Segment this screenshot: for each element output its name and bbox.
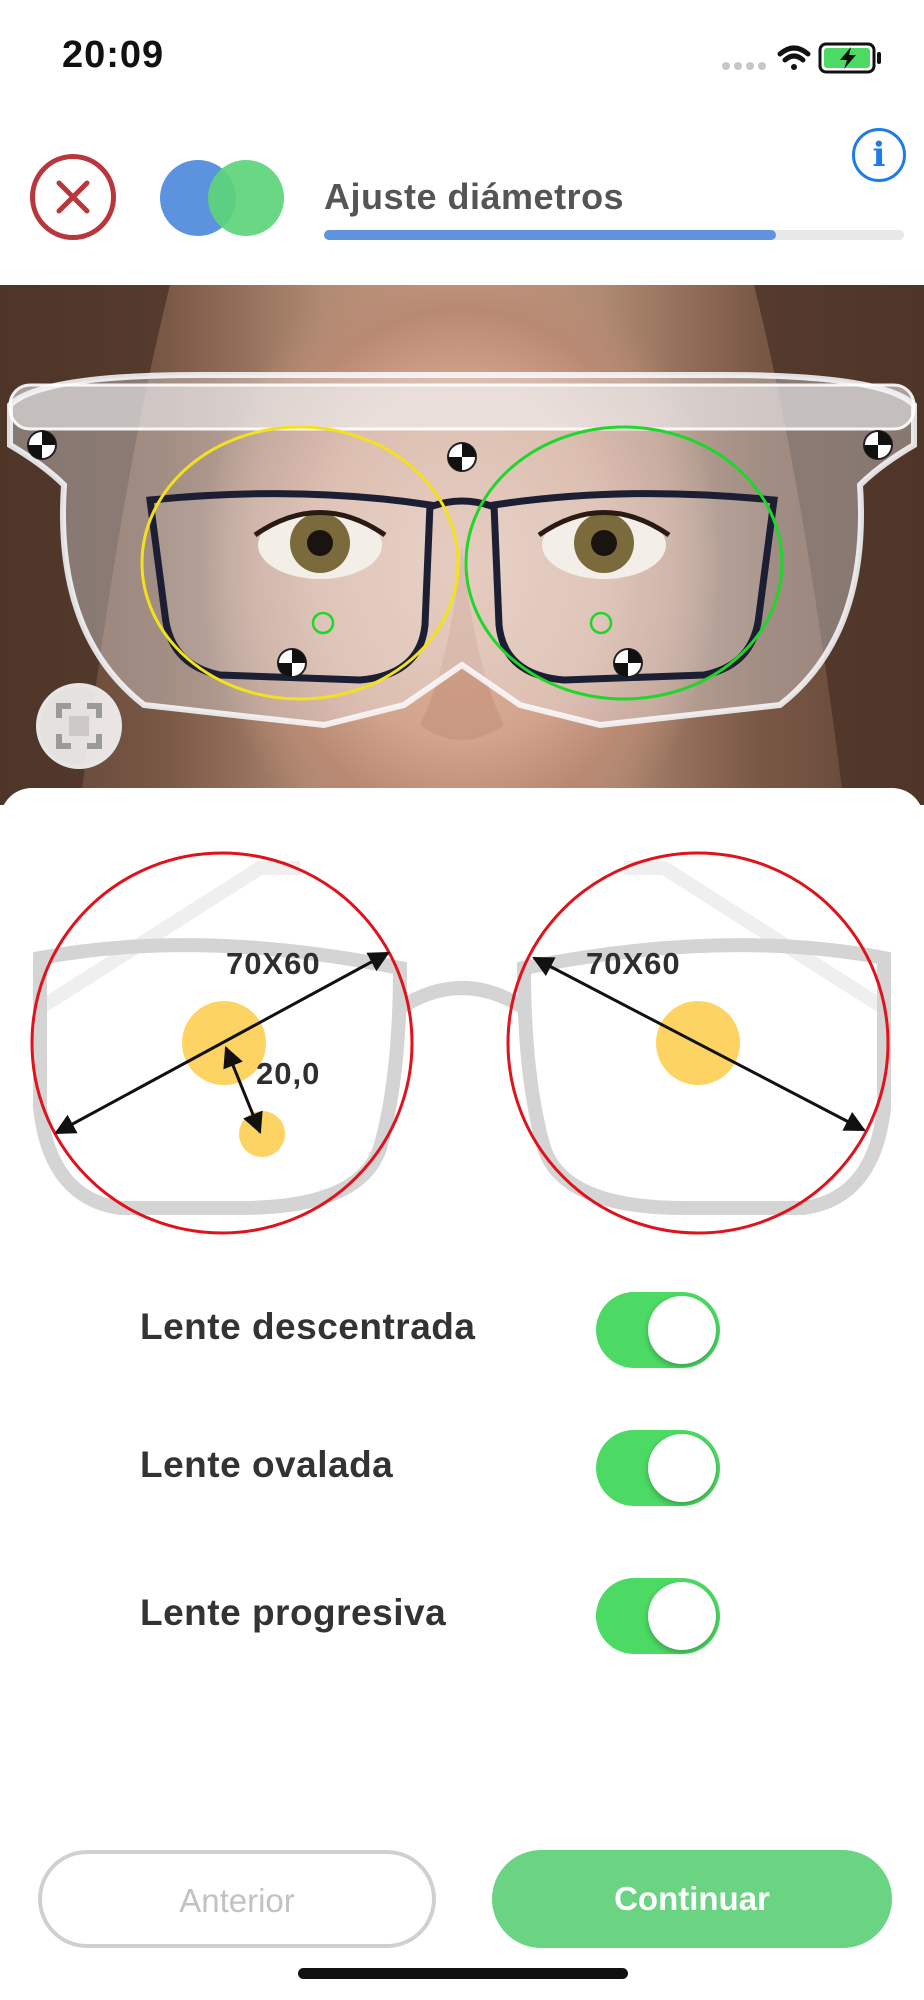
switch-knob — [648, 1434, 716, 1502]
lente-progresiva-switch[interactable] — [596, 1578, 720, 1654]
previous-button[interactable]: Anterior — [38, 1850, 436, 1948]
left-diameter-arrow — [54, 951, 390, 1135]
photo-illustration — [0, 285, 924, 805]
toggle-label: Lente progresiva — [140, 1592, 447, 1633]
offset-label: 20,0 — [256, 1056, 321, 1091]
toggle-row-ovalada: Lente ovalada — [140, 1430, 780, 1510]
close-icon — [56, 180, 90, 214]
toggle-label: Lente ovalada — [140, 1444, 394, 1485]
toggle-label: Lente descentrada — [140, 1306, 476, 1347]
settings-panel: 70X60 70X60 20,0 — [0, 788, 924, 2000]
home-indicator — [298, 1968, 628, 1979]
lente-ovalada-switch[interactable] — [596, 1430, 720, 1506]
switch-knob — [648, 1296, 716, 1364]
fullscreen-button[interactable] — [36, 683, 122, 769]
info-icon: i — [872, 135, 886, 175]
continue-button[interactable]: Continuar — [492, 1850, 892, 1948]
toggle-row-descentrada: Lente descentrada — [140, 1292, 780, 1372]
eyes-logo-icon — [158, 158, 288, 238]
lens-diagram: 70X60 70X60 20,0 — [0, 848, 924, 1268]
status-icons — [696, 38, 896, 78]
expand-icon — [56, 703, 102, 749]
switch-knob — [648, 1582, 716, 1650]
signal-icon — [722, 62, 766, 70]
status-time: 20:09 — [62, 34, 165, 76]
left-optical-center-marker — [239, 1111, 285, 1157]
right-size-label: 70X60 — [586, 946, 681, 981]
face-photo — [0, 285, 924, 805]
progress-bar — [324, 230, 904, 240]
close-button[interactable] — [30, 154, 116, 240]
lente-descentrada-switch[interactable] — [596, 1292, 720, 1368]
toggle-row-progresiva: Lente progresiva — [140, 1578, 780, 1658]
info-button[interactable]: i — [852, 128, 906, 182]
battery-icon — [818, 42, 881, 74]
lens-diagram-svg — [30, 851, 891, 1235]
wifi-icon — [777, 45, 811, 70]
left-size-label: 70X60 — [226, 946, 321, 981]
progress-fill — [324, 230, 777, 240]
right-diameter-arrow — [532, 956, 866, 1132]
status-bar: 20:09 — [0, 0, 924, 110]
bridge — [396, 981, 528, 1014]
page-title: Ajuste diámetros — [324, 176, 625, 217]
header: Ajuste diámetros i — [0, 110, 924, 285]
